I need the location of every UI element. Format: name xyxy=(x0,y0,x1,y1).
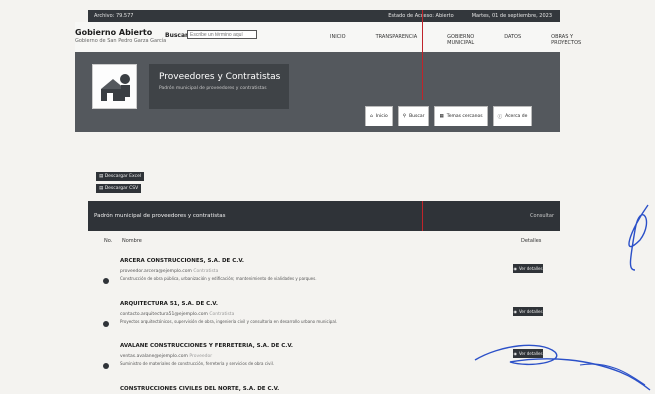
details-button[interactable]: ◉ Ver detalles xyxy=(513,307,543,316)
info-icon: ⓘ xyxy=(497,114,503,120)
supplier-name[interactable]: AVALANE CONSTRUCCIONES Y FERRETERIA, S.A… xyxy=(120,343,293,349)
eye-icon: ◉ xyxy=(513,351,517,356)
download-csv-label: Descargar CSV xyxy=(104,186,139,191)
table-row: ARQUITECTURA 51, S.A. DE C.V. contacto.a… xyxy=(88,301,560,346)
supplier-email: ventas.avalane@ejemplo.com Proveedor xyxy=(120,354,212,359)
supplier-name[interactable]: ARQUITECTURA 51, S.A. DE C.V. xyxy=(120,301,218,307)
download-excel-label: Descargar Excel xyxy=(104,174,142,179)
details-button[interactable]: ◉ Ver detalles xyxy=(513,349,543,358)
page-subtitle: Padrón municipal de proveedores y contra… xyxy=(159,86,267,91)
row-bullet-icon xyxy=(103,278,109,284)
eye-icon: ◉ xyxy=(513,266,517,271)
main-nav: INICIO TRANSPARENCIA GOBIERNO MUNICIPAL … xyxy=(330,34,581,46)
email-text[interactable]: ventas.avalane@ejemplo.com xyxy=(120,354,188,359)
scan-artifact-line xyxy=(422,10,423,100)
supplier-description: Construcción de obra pública, urbanizaci… xyxy=(120,276,317,281)
top-bar: Archivo: 79.577 Estado de Acceso: Abiert… xyxy=(88,10,560,22)
grid-icon: ▦ xyxy=(439,114,444,119)
supplier-description: Suministro de materiales de construcción… xyxy=(120,361,274,366)
page-title: Proveedores y Contratistas xyxy=(159,72,281,82)
supplier-email: proveedor.arcera@ejemplo.com Contratista xyxy=(120,269,218,274)
tab-label: Inicio xyxy=(375,114,388,119)
supplier-name[interactable]: ARCERA CONSTRUCCIONES, S.A. DE C.V. xyxy=(120,258,244,264)
panel-link[interactable]: Consultar xyxy=(530,213,554,219)
topbar-status: Estado de Acceso: Abierto xyxy=(388,13,454,19)
details-label: Ver detalles xyxy=(518,309,543,314)
category-logo xyxy=(92,64,137,109)
eye-icon: ◉ xyxy=(513,309,517,314)
nav-item-datos[interactable]: DATOS xyxy=(504,34,521,46)
tab-label: Acerca de xyxy=(505,114,528,119)
search-icon: ⚲ xyxy=(402,114,407,119)
topbar-left-text: Archivo: 79.577 xyxy=(94,13,134,19)
tab-label: Buscar xyxy=(409,114,425,119)
brand-subtitle: Gobierno de San Pedro Garza García xyxy=(75,38,167,44)
nav-item-inicio[interactable]: INICIO xyxy=(330,34,346,46)
nav-item-obras[interactable]: OBRAS Y PROYECTOS xyxy=(551,34,581,46)
tab-acerca[interactable]: ⓘ Acerca de xyxy=(492,106,533,126)
supplier-email: contacto.arquitectura51@ejemplo.com Cont… xyxy=(120,312,234,317)
home-icon: ⌂ xyxy=(370,114,373,119)
col-name: Nombre xyxy=(122,238,142,244)
col-number: No. xyxy=(104,238,113,244)
panel-header: Padrón municipal de proveedores y contra… xyxy=(88,201,560,231)
panel-title: Padrón municipal de proveedores y contra… xyxy=(94,213,226,219)
table-row: CONSTRUCCIONES CIVILES DEL NORTE, S.A. D… xyxy=(88,386,560,394)
email-text[interactable]: proveedor.arcera@ejemplo.com xyxy=(120,269,192,274)
search-input[interactable] xyxy=(187,30,257,39)
search-label: Buscar xyxy=(165,32,188,39)
download-excel-button[interactable]: ▤ Descargar Excel xyxy=(96,172,145,181)
tab-label: Temas cercanos xyxy=(446,114,483,119)
hero-title-box: Proveedores y Contratistas Padrón munici… xyxy=(149,64,289,109)
brand-title[interactable]: Gobierno Abierto xyxy=(75,28,152,37)
table-row: AVALANE CONSTRUCCIONES Y FERRETERIA, S.A… xyxy=(88,343,560,388)
suppliers-icon xyxy=(101,74,130,101)
site-header: Gobierno Abierto Gobierno de San Pedro G… xyxy=(75,22,581,52)
nav-item-transparencia[interactable]: TRANSPARENCIA xyxy=(376,34,418,46)
tab-temas[interactable]: ▦ Temas cercanos xyxy=(434,106,488,126)
row-bullet-icon xyxy=(103,321,109,327)
tab-buscar[interactable]: ⚲ Buscar xyxy=(397,106,430,126)
supplier-type: Contratista xyxy=(209,312,235,317)
table-row: ARCERA CONSTRUCCIONES, S.A. DE C.V. prov… xyxy=(88,258,560,303)
supplier-name[interactable]: CONSTRUCCIONES CIVILES DEL NORTE, S.A. D… xyxy=(120,386,279,392)
scan-artifact-line xyxy=(422,201,423,231)
col-details: Detalles xyxy=(521,238,542,244)
details-button[interactable]: ◉ Ver detalles xyxy=(513,264,543,273)
email-text[interactable]: contacto.arquitectura51@ejemplo.com xyxy=(120,312,208,317)
download-csv-button[interactable]: ▤ Descargar CSV xyxy=(96,184,142,193)
nav-item-gobierno[interactable]: GOBIERNO MUNICIPAL xyxy=(447,34,474,46)
hero-banner: Proveedores y Contratistas Padrón munici… xyxy=(75,52,560,132)
tab-inicio[interactable]: ⌂ Inicio xyxy=(365,106,393,126)
topbar-date: Martes, 01 de septiembre, 2023 xyxy=(471,13,552,19)
supplier-type: Contratista xyxy=(193,269,219,274)
supplier-type: Proveedor xyxy=(189,354,213,359)
details-label: Ver detalles xyxy=(518,266,543,271)
details-label: Ver detalles xyxy=(518,351,543,356)
supplier-description: Proyectos arquitectónicos, supervisión d… xyxy=(120,319,338,324)
topbar-right: Estado de Acceso: Abierto Martes, 01 de … xyxy=(388,10,552,22)
tab-bar: ⌂ Inicio ⚲ Buscar ▦ Temas cercanos ⓘ Ace… xyxy=(365,106,533,126)
row-bullet-icon xyxy=(103,363,109,369)
